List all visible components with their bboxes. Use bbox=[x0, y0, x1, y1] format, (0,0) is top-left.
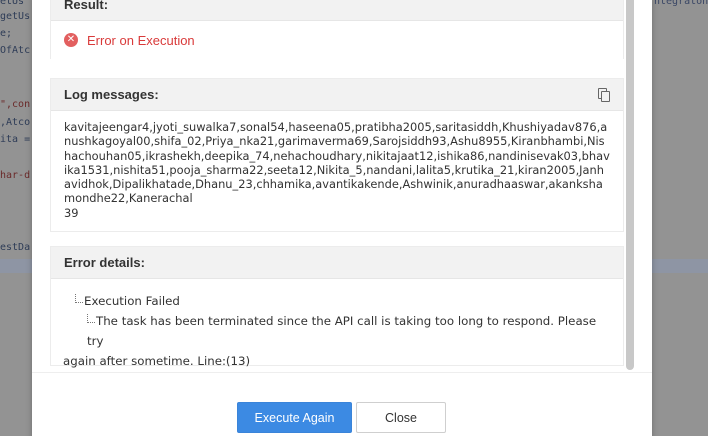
log-messages-body: kavitajeengar4,jyoti_suwalka7,sonal54,ha… bbox=[51, 111, 623, 231]
code-line: etUs bbox=[0, 0, 25, 7]
code-line: e; bbox=[0, 28, 13, 39]
dialog-scrollbar[interactable] bbox=[626, 0, 634, 370]
code-line: getUs bbox=[0, 11, 31, 22]
tree-connector-icon bbox=[75, 294, 83, 303]
log-messages-panel: Log messages: kavitajeengar4,jyoti_suwal… bbox=[50, 78, 624, 232]
tree-connector-icon bbox=[87, 314, 95, 323]
code-snippet-right: ntegraton bbox=[654, 0, 708, 7]
code-line: ",con bbox=[0, 99, 31, 110]
dialog-footer: Execute Again Close bbox=[32, 372, 652, 436]
result-panel: Result: ✕ Error on Execution bbox=[50, 0, 624, 59]
error-tree-node: Execution Failed bbox=[63, 291, 611, 311]
code-line: ,Atco bbox=[0, 117, 31, 128]
error-details-panel: Error details: Execution Failed The task… bbox=[50, 246, 624, 368]
close-button[interactable]: Close bbox=[356, 402, 446, 433]
code-line: ita = bbox=[0, 134, 31, 145]
result-status-text: Error on Execution bbox=[87, 32, 195, 48]
result-header-label: Result: bbox=[64, 0, 109, 12]
error-details-body: Execution Failed The task has been termi… bbox=[51, 279, 623, 368]
log-messages-count: 39 bbox=[64, 205, 79, 220]
error-level2-text: The task has been terminated since the A… bbox=[87, 314, 597, 348]
error-level1-text: Execution Failed bbox=[84, 294, 180, 308]
error-details-header: Error details: bbox=[51, 247, 623, 279]
result-header: Result: bbox=[51, 0, 623, 21]
log-messages-header: Log messages: bbox=[51, 79, 623, 111]
code-line: OfAtc bbox=[0, 45, 31, 56]
code-line: estDa bbox=[0, 242, 31, 253]
error-circle-icon: ✕ bbox=[64, 33, 78, 47]
error-tree-node: The task has been terminated since the A… bbox=[63, 311, 611, 351]
execute-again-button[interactable]: Execute Again bbox=[237, 402, 352, 433]
execution-result-dialog: Result: ✕ Error on Execution Log message… bbox=[32, 0, 652, 436]
code-line: har-d bbox=[0, 170, 31, 181]
error-details-label: Error details: bbox=[64, 255, 145, 270]
dialog-scroll-area[interactable]: Result: ✕ Error on Execution Log message… bbox=[32, 0, 632, 372]
log-messages-label: Log messages: bbox=[64, 87, 159, 102]
result-body: ✕ Error on Execution bbox=[51, 21, 623, 59]
log-messages-text: kavitajeengar4,jyoti_suwalka7,sonal54,ha… bbox=[64, 120, 610, 206]
error-level2-continuation: again after sometime. Line:(13) bbox=[63, 354, 251, 368]
copy-icon[interactable] bbox=[598, 87, 610, 102]
